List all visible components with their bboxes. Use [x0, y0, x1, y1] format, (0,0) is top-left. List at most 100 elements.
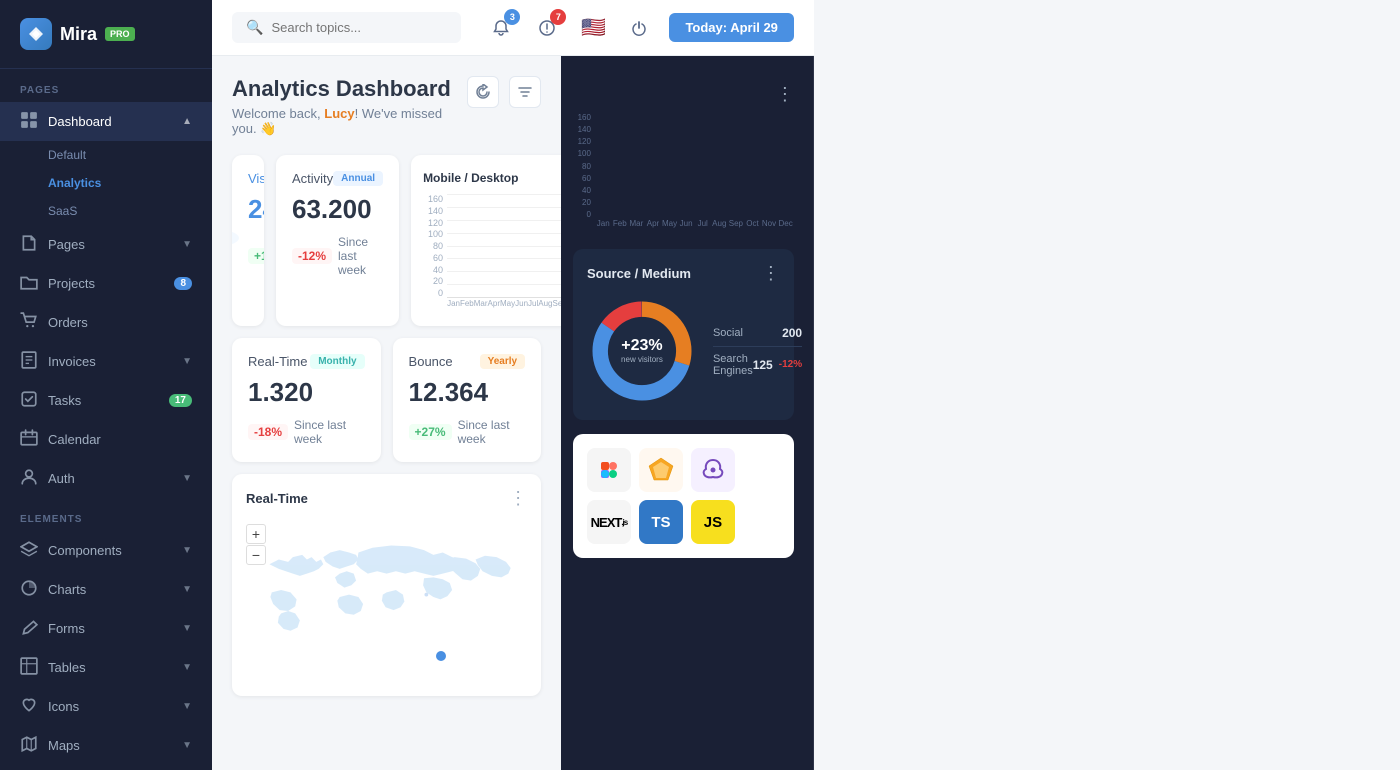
activity-value: 63.200: [292, 194, 383, 225]
source-engines-value: 125: [753, 358, 773, 372]
sidebar-item-orders[interactable]: Orders: [0, 303, 212, 342]
charts-icon: [20, 579, 38, 600]
sidebar-item-maps[interactable]: Maps ▼: [0, 726, 212, 765]
refresh-icon[interactable]: [467, 76, 499, 108]
filter-icon[interactable]: [509, 76, 541, 108]
sidebar-item-tasks[interactable]: Tasks 17: [0, 381, 212, 420]
map-title: Real-Time: [246, 491, 308, 506]
chevron-icon: ▲: [182, 116, 192, 127]
dark-more-btn[interactable]: ⋮: [776, 84, 794, 105]
auth-chevron: ▼: [182, 473, 192, 484]
bounce-value: 12.364: [409, 377, 526, 408]
logo-icon: [20, 18, 52, 50]
source-social-value: 200: [782, 326, 802, 340]
forms-icon: [20, 618, 38, 639]
mobile-desktop-title: Mobile / Desktop: [423, 171, 518, 185]
today-button[interactable]: Today: April 29: [669, 13, 793, 42]
notifications-btn[interactable]: 3: [485, 12, 517, 44]
sidebar-item-icons[interactable]: Icons ▼: [0, 687, 212, 726]
sidebar-sub-analytics[interactable]: Analytics: [0, 169, 212, 197]
realtime-value: 1.320: [248, 377, 365, 408]
source-medium-more[interactable]: ⋮: [762, 263, 780, 284]
elements-section-label: ELEMENTS: [0, 498, 212, 531]
topbar: 🔍 3 7: [212, 0, 814, 56]
donut-percentage: +23%: [621, 337, 663, 355]
bounce-badge: Yearly: [480, 354, 525, 369]
sidebar-item-calendar[interactable]: Calendar: [0, 420, 212, 459]
typescript-logo: TS: [639, 500, 683, 544]
sidebar-item-invoices[interactable]: Invoices ▼: [0, 342, 212, 381]
sidebar-item-charts[interactable]: Charts ▼: [0, 570, 212, 609]
icons-chevron: ▼: [182, 701, 192, 712]
search-input[interactable]: [271, 20, 447, 35]
calendar-label: Calendar: [48, 432, 192, 447]
javascript-logo: JS: [691, 500, 735, 544]
power-btn[interactable]: [623, 12, 655, 44]
dashboard-label: Dashboard: [48, 114, 172, 129]
tasks-label: Tasks: [48, 393, 159, 408]
map-more-btn[interactable]: ⋮: [509, 488, 527, 509]
map-icon: [20, 735, 38, 756]
sidebar-sub-default[interactable]: Default: [0, 141, 212, 169]
tech-logos-card: NEXT.js TS JS: [573, 434, 794, 558]
logo-area: Mira PRO: [0, 0, 212, 69]
invoice-icon: [20, 351, 38, 372]
zoom-out-btn[interactable]: −: [246, 545, 266, 565]
orders-label: Orders: [48, 315, 192, 330]
bounce-since: Since last week: [458, 418, 526, 446]
content-area: Analytics Dashboard Welcome back, Lucy! …: [212, 56, 814, 770]
sidebar-item-auth[interactable]: Auth ▼: [0, 459, 212, 498]
notifications-badge: 3: [504, 9, 520, 25]
auth-label: Auth: [48, 471, 172, 486]
grid-icon: [20, 111, 38, 132]
mira-pro-label: MIRA PRO: [0, 765, 212, 770]
source-social-label: Social: [713, 327, 743, 339]
sidebar-item-components[interactable]: Components ▼: [0, 531, 212, 570]
calendar-icon: [20, 429, 38, 450]
person-illustration: [232, 163, 254, 253]
tasks-icon: [20, 390, 38, 411]
sidebar-item-tables[interactable]: Tables ▼: [0, 648, 212, 687]
source-engines-change: -12%: [779, 359, 802, 370]
tables-label: Tables: [48, 660, 172, 675]
folder-icon: [20, 273, 38, 294]
sidebar-item-pages[interactable]: Pages ▼: [0, 225, 212, 264]
invoices-chevron: ▼: [182, 356, 192, 367]
search-box[interactable]: 🔍: [232, 12, 461, 43]
white-panel: Analytics Dashboard Welcome back, Lucy! …: [212, 56, 561, 770]
page-subtitle: Welcome back, Lucy! We've missed you. 👋: [232, 106, 467, 137]
sidebar-sub-saas[interactable]: SaaS: [0, 197, 212, 225]
activity-change: -12%: [292, 248, 332, 264]
tables-chevron: ▼: [182, 662, 192, 673]
nextjs-logo: NEXT.js: [587, 500, 631, 544]
forms-label: Forms: [48, 621, 172, 636]
zoom-in-btn[interactable]: +: [246, 524, 266, 544]
maps-label: Maps: [48, 738, 172, 753]
visitors-card: Visitors 24.532 +14% Since last week: [232, 155, 264, 326]
charts-label: Charts: [48, 582, 172, 597]
projects-badge: 8: [174, 277, 192, 290]
logo-text: Mira: [60, 24, 97, 45]
activity-since: Since last week: [338, 235, 383, 277]
table-icon: [20, 657, 38, 678]
realtime-card: Real-Time Monthly 1.320 -18% Since last …: [232, 338, 381, 462]
alerts-btn[interactable]: 7: [531, 12, 563, 44]
pages-label: Pages: [48, 237, 172, 252]
realtime-title: Real-Time: [248, 354, 307, 369]
invoices-label: Invoices: [48, 354, 172, 369]
icons-label: Icons: [48, 699, 172, 714]
sidebar-item-projects[interactable]: Projects 8: [0, 264, 212, 303]
topbar-actions: 3 7 🇺🇸 Today: Apri: [485, 12, 793, 44]
sidebar-item-dashboard[interactable]: Dashboard ▲: [0, 102, 212, 141]
bounce-title: Bounce: [409, 354, 453, 369]
main-content: 🔍 3 7: [212, 0, 814, 770]
charts-chevron: ▼: [182, 584, 192, 595]
mobile-desktop-card: Mobile / Desktop ⋮ 160140120100806040200: [411, 155, 561, 326]
dark-chart-section: ⋮ 160140120100806040200: [573, 76, 794, 233]
sidebar-item-forms[interactable]: Forms ▼: [0, 609, 212, 648]
cart-icon: [20, 312, 38, 333]
tasks-badge: 17: [169, 394, 192, 407]
world-map-svg: [246, 517, 527, 677]
flag-btn[interactable]: 🇺🇸: [577, 12, 609, 44]
sidebar: Mira PRO PAGES Dashboard ▲ Default Analy…: [0, 0, 212, 770]
